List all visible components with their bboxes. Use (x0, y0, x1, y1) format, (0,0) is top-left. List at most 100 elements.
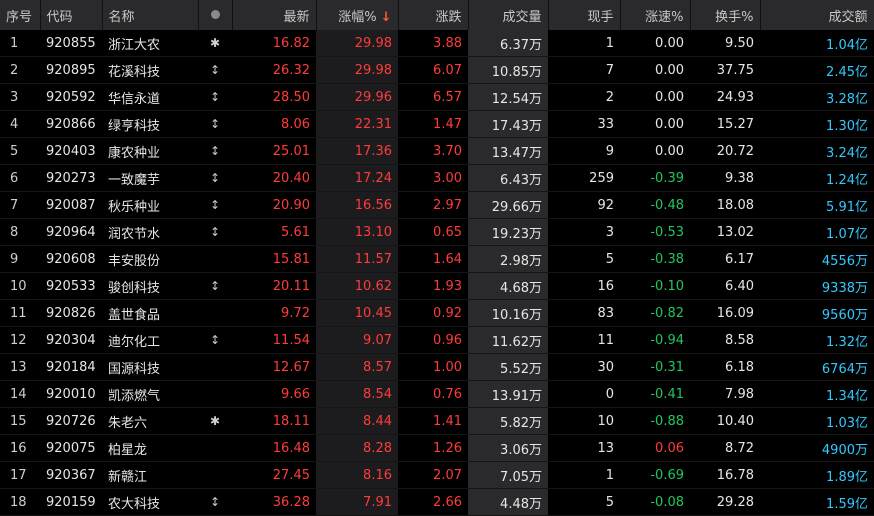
row-speed: 0.06 (655, 440, 684, 456)
row-current: 10 (597, 413, 614, 429)
row-seq: 5 (10, 143, 19, 159)
col-volume[interactable]: 成交量 (468, 0, 549, 30)
row-current: 0 (605, 386, 614, 402)
row-name: 柏星龙 (108, 442, 148, 458)
row-change: 1.26 (433, 440, 462, 456)
row-turnover: 29.28 (716, 494, 754, 510)
row-flag-icon: ↕ (209, 63, 221, 77)
row-change-pct: 8.16 (316, 461, 398, 489)
table-row[interactable]: 14 920010 凯添燃气 9.66 8.54 0.76 13.91万 0 -0.41 7.98… (0, 380, 874, 408)
row-volume: 7.05万 (468, 461, 548, 489)
row-amount: 9560万 (821, 307, 868, 323)
row-amount: 5.91亿 (826, 199, 868, 215)
table-row[interactable]: 3 920592 华信永道 ↕ 28.50 29.96 6.57 12.54万 2 0.00 24.… (0, 83, 874, 111)
row-code: 920964 (46, 224, 96, 240)
col-change[interactable]: 涨跌 (398, 0, 469, 30)
row-change: 2.66 (433, 494, 462, 510)
row-flag-icon: ↕ (209, 171, 221, 185)
table-row[interactable]: 8 920964 润农节水 ↕ 5.61 13.10 0.65 19.23万 3 -0.53 13.… (0, 218, 874, 246)
row-change: 1.93 (433, 278, 462, 294)
col-change-pct[interactable]: 涨幅% ↓ (316, 0, 399, 30)
row-latest: 12.67 (272, 359, 310, 375)
col-flag[interactable] (198, 0, 233, 30)
row-seq: 13 (10, 359, 27, 375)
sort-desc-icon: ↓ (380, 9, 392, 25)
row-latest: 36.28 (272, 494, 310, 510)
row-code: 920184 (46, 359, 96, 375)
row-code: 920726 (46, 413, 96, 429)
table-row[interactable]: 15 920726 朱老六 ✱ 18.11 8.44 1.41 5.82万 10 -0.88 10.… (0, 407, 874, 435)
row-name: 朱老六 (108, 415, 148, 431)
table-row[interactable]: 1 920855 浙江大农 ✱ 16.82 29.98 3.88 6.37万 1 0.00 9.50… (0, 30, 874, 57)
row-volume: 13.91万 (468, 380, 548, 408)
row-code: 920592 (46, 89, 96, 105)
table-row[interactable]: 10 920533 骏创科技 ↕ 20.11 10.62 1.93 4.68万 16 -0.10 6… (0, 272, 874, 300)
row-code: 920866 (46, 116, 96, 132)
col-code[interactable]: 代码 (40, 0, 103, 30)
row-change: 1.47 (433, 116, 462, 132)
row-name: 绿亨科技 (108, 118, 161, 134)
col-seq[interactable]: 序号 (0, 0, 41, 30)
row-volume: 5.82万 (468, 407, 548, 435)
row-current: 92 (597, 197, 614, 213)
table-row[interactable]: 7 920087 秋乐种业 ↕ 20.90 16.56 2.97 29.66万 92 -0.48 1… (0, 191, 874, 219)
row-code: 920010 (46, 386, 96, 402)
table-row[interactable]: 4 920866 绿亨科技 ↕ 8.06 22.31 1.47 17.43万 33 0.00 15.… (0, 110, 874, 138)
table-row[interactable]: 18 920159 农大科技 ↕ 36.28 7.91 2.66 4.48万 5 -0.08 29.… (0, 488, 874, 516)
col-amount[interactable]: 成交额 (760, 0, 874, 30)
table-row[interactable]: 13 920184 国源科技 12.67 8.57 1.00 5.52万 30 -0.31 6.1… (0, 353, 874, 381)
row-seq: 3 (10, 89, 19, 105)
table-row[interactable]: 5 920403 康农种业 ↕ 25.01 17.36 3.70 13.47万 9 0.00 20.… (0, 137, 874, 165)
table-row[interactable]: 6 920273 一致魔芋 ↕ 20.40 17.24 3.00 6.43万 259 -0.39 9… (0, 164, 874, 192)
row-change-pct: 7.91 (316, 488, 398, 516)
row-change: 0.76 (433, 386, 462, 402)
row-current: 33 (597, 116, 614, 132)
col-latest[interactable]: 最新 (232, 0, 317, 30)
row-volume: 5.52万 (468, 353, 548, 381)
row-volume: 29.66万 (468, 191, 548, 219)
row-turnover: 10.40 (716, 413, 754, 429)
row-seq: 14 (10, 386, 27, 402)
row-change-pct: 8.28 (316, 434, 398, 462)
row-code: 920855 (46, 35, 96, 51)
row-amount: 1.34亿 (826, 388, 868, 404)
row-change-pct: 9.07 (316, 326, 398, 354)
row-turnover: 16.09 (716, 305, 754, 321)
row-change: 3.00 (433, 170, 462, 186)
table-row[interactable]: 9 920608 丰安股份 15.81 11.57 1.64 2.98万 5 -0.38 6.17… (0, 245, 874, 273)
row-flag-icon: ✱ (209, 36, 221, 50)
row-flag-icon (198, 354, 232, 381)
row-latest: 25.01 (272, 143, 310, 159)
row-change: 1.00 (433, 359, 462, 375)
row-turnover: 7.98 (725, 386, 754, 402)
col-turnover[interactable]: 换手% (690, 0, 761, 30)
row-code: 920087 (46, 197, 96, 213)
row-amount: 3.24亿 (826, 145, 868, 161)
row-volume: 10.85万 (468, 56, 548, 84)
row-volume: 4.68万 (468, 272, 548, 300)
row-code: 920159 (46, 494, 96, 510)
row-change: 3.70 (433, 143, 462, 159)
row-seq: 16 (10, 440, 27, 456)
col-change-pct-label: 涨幅% (338, 9, 377, 25)
table-row[interactable]: 2 920895 花溪科技 ↕ 26.32 29.98 6.07 10.85万 7 0.00 37.… (0, 56, 874, 84)
row-current: 9 (605, 143, 614, 159)
table-row[interactable]: 11 920826 盖世食品 9.72 10.45 0.92 10.16万 83 -0.82 16… (0, 299, 874, 327)
row-code: 920826 (46, 305, 96, 321)
row-change-pct: 11.57 (316, 245, 398, 273)
col-current[interactable]: 现手 (548, 0, 621, 30)
row-current: 3 (605, 224, 614, 240)
table-row[interactable]: 17 920367 新赣江 27.45 8.16 2.07 7.05万 1 -0.69 16.78… (0, 461, 874, 489)
col-name[interactable]: 名称 (102, 0, 199, 30)
row-flag-icon (198, 435, 232, 462)
row-turnover: 13.02 (716, 224, 754, 240)
row-name: 凯添燃气 (108, 388, 161, 404)
col-speed[interactable]: 涨速% (620, 0, 691, 30)
status-dot-icon (210, 9, 220, 19)
row-turnover: 8.58 (725, 332, 754, 348)
table-row[interactable]: 12 920304 迪尔化工 ↕ 11.54 9.07 0.96 11.62万 11 -0.94 8… (0, 326, 874, 354)
row-latest: 11.54 (272, 332, 310, 348)
row-change-pct: 8.44 (316, 407, 398, 435)
table-row[interactable]: 16 920075 柏星龙 16.48 8.28 1.26 3.06万 13 0.06 8.72 4… (0, 434, 874, 462)
row-flag-icon: ↕ (209, 333, 221, 347)
